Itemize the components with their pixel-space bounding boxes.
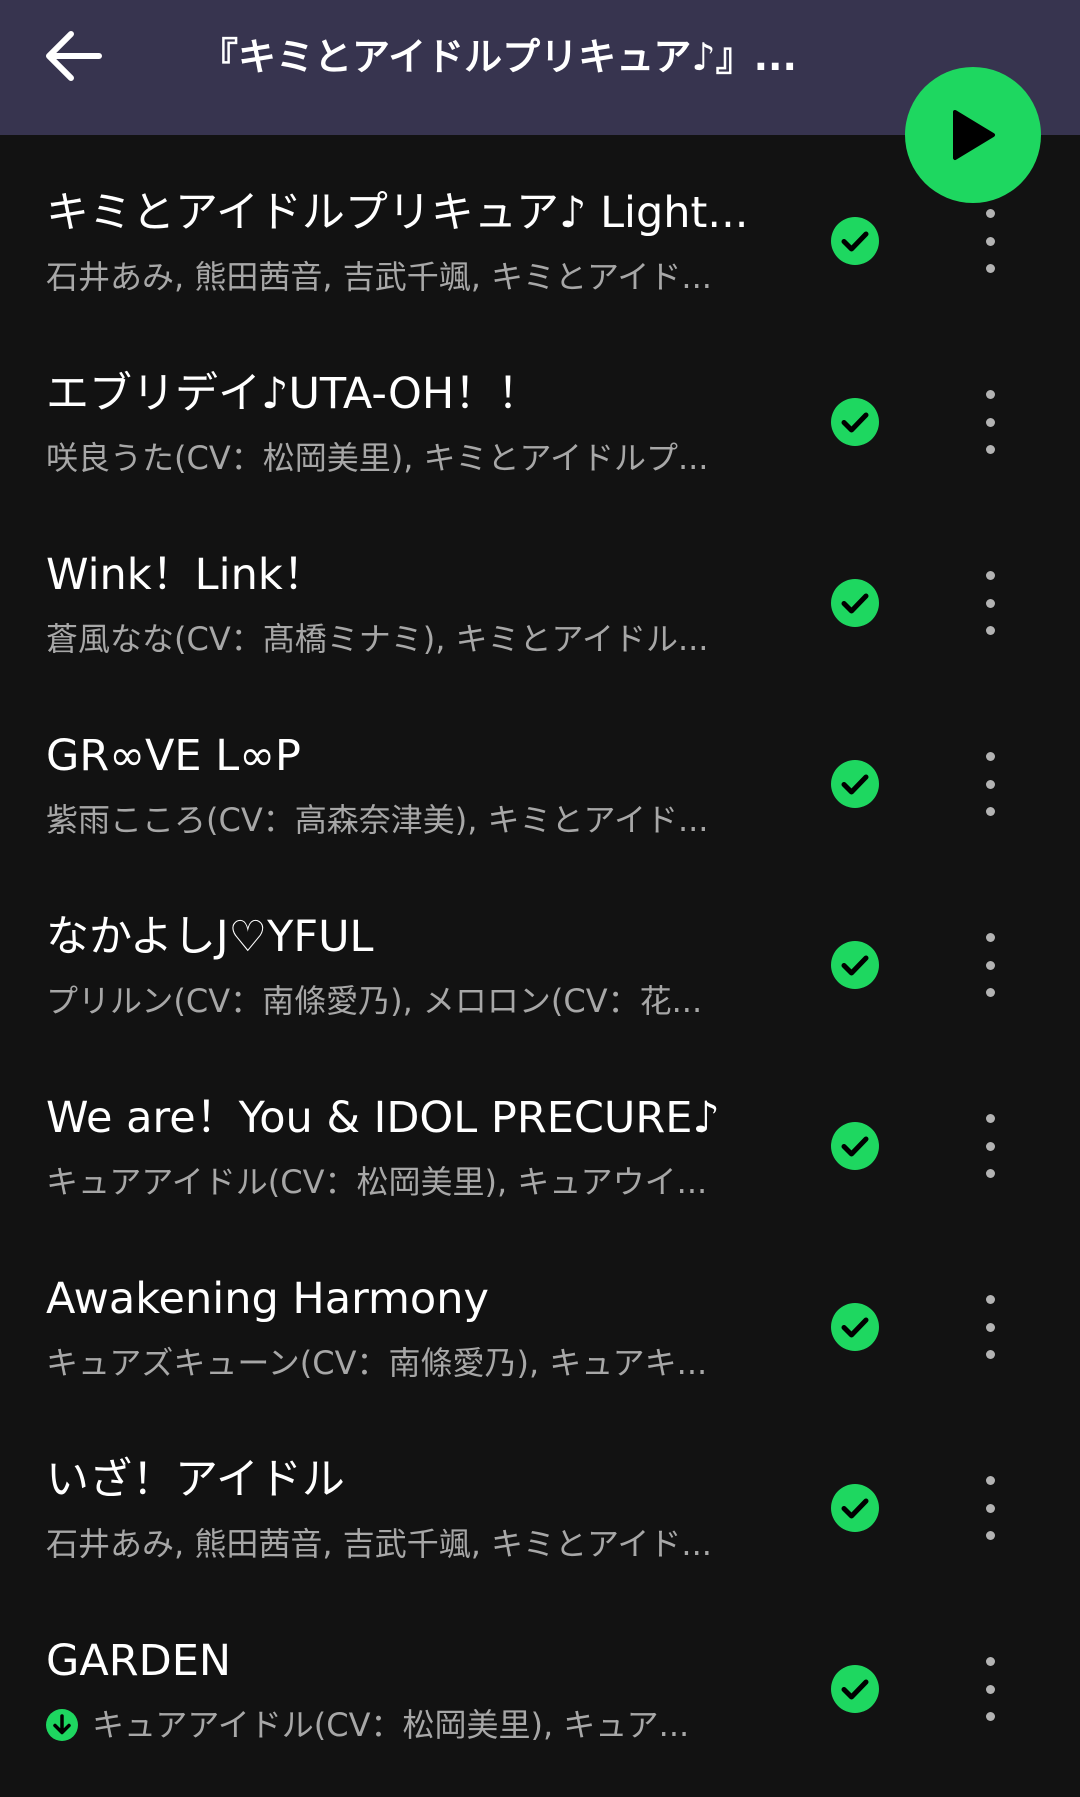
downloaded-check-icon	[831, 1122, 879, 1170]
track-row[interactable]: いざ！アイドル 石井あみ, 熊田茜音, 吉武千颯, キミとアイド...	[0, 1402, 1080, 1583]
track-title: Awakening Harmony	[46, 1274, 489, 1324]
track-title: エブリデイ♪UTA-OH！！	[46, 369, 541, 419]
downloaded-check-icon	[831, 1484, 879, 1532]
back-button[interactable]	[38, 20, 110, 92]
downloading-arrow-icon	[46, 1709, 78, 1741]
track-artist: キュアズキューン(CV：南條愛乃), キュアキ...	[46, 1344, 708, 1382]
track-title: なかよしJ♡YFUL	[46, 912, 374, 962]
more-options-button[interactable]	[960, 927, 1020, 1003]
track-artist: 蒼風なな(CV：髙橋ミナミ), キミとアイドル...	[46, 620, 709, 658]
track-title: Wink！Link！	[46, 550, 326, 600]
track-artist: キュアアイドル(CV：松岡美里), キュア...	[46, 1704, 751, 1746]
arrow-left-icon	[46, 31, 102, 81]
play-button[interactable]	[905, 67, 1041, 203]
downloaded-check-icon	[831, 217, 879, 265]
track-row[interactable]: Wink！Link！ 蒼風なな(CV：髙橋ミナミ), キミとアイドル...	[0, 497, 1080, 678]
more-options-button[interactable]	[960, 1651, 1020, 1727]
track-artist: 咲良うた(CV：松岡美里), キミとアイドルプ...	[46, 439, 709, 477]
downloaded-check-icon	[831, 760, 879, 808]
more-options-button[interactable]	[960, 1108, 1020, 1184]
downloaded-check-icon	[831, 398, 879, 446]
track-row[interactable]: エブリデイ♪UTA-OH！！ 咲良うた(CV：松岡美里), キミとアイドルプ..…	[0, 316, 1080, 497]
track-row[interactable]: We are！You & IDOL PRECURE♪ キュアアイドル(CV：松岡…	[0, 1040, 1080, 1221]
track-row[interactable]: Awakening Harmony キュアズキューン(CV：南條愛乃), キュア…	[0, 1221, 1080, 1402]
downloaded-check-icon	[831, 1303, 879, 1351]
more-options-button[interactable]	[960, 746, 1020, 822]
track-title: GR∞VE L∞P	[46, 731, 301, 781]
downloaded-check-icon	[831, 941, 879, 989]
track-row[interactable]: なかよしJ♡YFUL プリルン(CV：南條愛乃), メロロン(CV：花...	[0, 859, 1080, 1040]
more-options-button[interactable]	[960, 565, 1020, 641]
track-artist: 石井あみ, 熊田茜音, 吉武千颯, キミとアイド...	[46, 258, 712, 296]
track-artist: 紫雨こころ(CV：高森奈津美), キミとアイド...	[46, 801, 709, 839]
play-icon	[953, 110, 995, 160]
track-artist: プリルン(CV：南條愛乃), メロロン(CV：花...	[46, 982, 703, 1020]
downloaded-check-icon	[831, 579, 879, 627]
more-options-button[interactable]	[960, 384, 1020, 460]
track-row[interactable]: GARDEN キュアアイドル(CV：松岡美里), キュア...	[0, 1583, 1080, 1764]
more-options-button[interactable]	[960, 1289, 1020, 1365]
track-title: キミとアイドルプリキュア♪ Light...	[46, 188, 749, 238]
track-artist: キュアアイドル(CV：松岡美里), キュアウイ...	[46, 1163, 708, 1201]
track-row[interactable]: GR∞VE L∞P 紫雨こころ(CV：高森奈津美), キミとアイド...	[0, 678, 1080, 859]
track-artist: 石井あみ, 熊田茜音, 吉武千颯, キミとアイド...	[46, 1525, 712, 1563]
track-title: We are！You & IDOL PRECURE♪	[46, 1093, 720, 1143]
track-title: GARDEN	[46, 1636, 232, 1686]
more-options-button[interactable]	[960, 203, 1020, 279]
track-list: キミとアイドルプリキュア♪ Light... 石井あみ, 熊田茜音, 吉武千颯,…	[0, 135, 1080, 1764]
downloaded-check-icon	[831, 1665, 879, 1713]
track-title: いざ！アイドル	[46, 1455, 345, 1505]
more-options-button[interactable]	[960, 1470, 1020, 1546]
page-title: 『キミとアイドルプリキュア♪』...	[200, 35, 797, 79]
